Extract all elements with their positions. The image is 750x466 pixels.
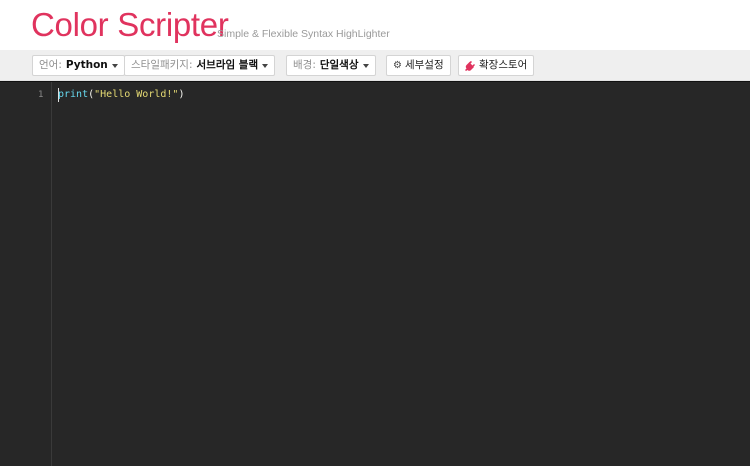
gear-icon: ⚙ bbox=[393, 60, 402, 71]
line-gutter: 1 bbox=[0, 82, 52, 466]
text-cursor bbox=[58, 88, 59, 102]
code-function: print bbox=[58, 89, 89, 100]
code-paren-close: ) bbox=[178, 89, 185, 100]
code-string: "Hello World!" bbox=[94, 89, 179, 100]
tagline: Simple & Flexible Syntax HighLighter bbox=[217, 28, 390, 40]
language-value: Python bbox=[65, 59, 108, 71]
plug-icon bbox=[465, 60, 475, 71]
header: Color Scripter Simple & Flexible Syntax … bbox=[0, 0, 750, 50]
chevron-down-icon bbox=[111, 63, 118, 68]
background-value: 단일색상 bbox=[319, 59, 359, 71]
gutter-divider bbox=[51, 82, 52, 466]
settings-label: 세부설정 bbox=[404, 59, 444, 71]
style-package-label: 스타일패키지: bbox=[131, 59, 193, 71]
chevron-down-icon bbox=[262, 63, 269, 68]
style-package-value: 서브라임 블랙 bbox=[196, 59, 259, 71]
background-dropdown[interactable]: 배경: 단일색상 bbox=[286, 55, 376, 76]
toolbar: 언어: Python 스타일패키지: 서브라임 블랙 배경: 단일색상 ⚙ 세부… bbox=[0, 50, 750, 81]
extension-store-button[interactable]: 확장스토어 bbox=[458, 55, 535, 76]
extension-store-label: 확장스토어 bbox=[479, 59, 528, 71]
language-dropdown[interactable]: 언어: Python bbox=[32, 55, 125, 76]
logo[interactable]: Color Scripter bbox=[31, 6, 229, 44]
style-package-dropdown[interactable]: 스타일패키지: 서브라임 블랙 bbox=[124, 55, 276, 76]
code-line[interactable]: print("Hello World!") bbox=[58, 89, 184, 100]
background-label: 배경: bbox=[293, 59, 316, 71]
line-number: 1 bbox=[38, 90, 44, 100]
code-editor[interactable]: 1 print("Hello World!") bbox=[0, 81, 750, 466]
language-label: 언어: bbox=[39, 59, 62, 71]
chevron-down-icon bbox=[362, 63, 369, 68]
settings-button[interactable]: ⚙ 세부설정 bbox=[386, 55, 451, 76]
